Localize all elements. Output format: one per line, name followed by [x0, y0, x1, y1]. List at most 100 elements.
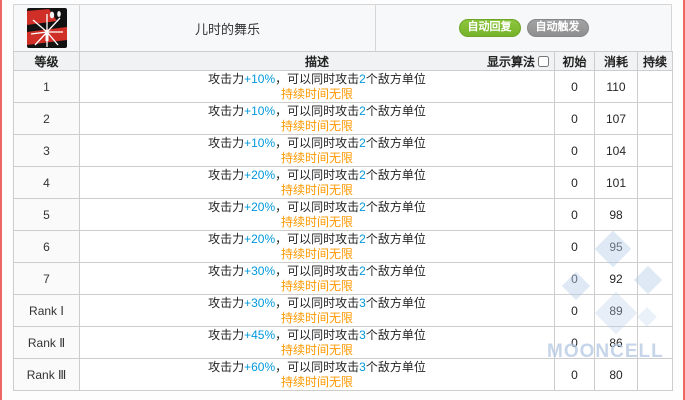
atk-buff-value: +10% [244, 104, 276, 118]
sp-cost-cell: 107 [594, 102, 638, 135]
skill-table-body: 1 攻击力+10%，可以同时攻击2个敌方单位 持续时间无限 0 110 2 攻击… [13, 70, 673, 391]
sp-cost-cell: 80 [594, 358, 638, 391]
initial-sp-cell: 0 [554, 230, 595, 263]
level-cell: 5 [13, 198, 80, 231]
description-line1: 攻击力+30%，可以同时攻击3个敌方单位 [80, 295, 554, 311]
description-cell: 攻击力+20%，可以同时攻击2个敌方单位 持续时间无限 [79, 166, 555, 199]
description-header-label: 描述 [304, 54, 329, 69]
target-count-value: 2 [359, 168, 366, 182]
initial-sp-cell: 0 [554, 134, 595, 167]
target-count-value: 2 [359, 136, 366, 150]
duration-cell [637, 230, 673, 263]
desc-prefix: 攻击力 [208, 200, 245, 214]
desc-mid: ，可以同时攻击 [275, 264, 360, 278]
desc-suffix: 个敌方单位 [365, 72, 426, 86]
sp-cost-cell: 101 [594, 166, 638, 199]
initial-sp-cell: 0 [554, 262, 595, 295]
desc-suffix: 个敌方单位 [365, 232, 426, 246]
description-line1: 攻击力+10%，可以同时攻击2个敌方单位 [80, 103, 554, 119]
initial-sp-cell: 0 [554, 358, 595, 391]
infinite-duration-text: 持续时间无限 [280, 375, 353, 389]
atk-buff-value: +20% [244, 200, 276, 214]
sp-cost-cell: 95 [594, 230, 638, 263]
table-row: 2 攻击力+10%，可以同时攻击2个敌方单位 持续时间无限 0 107 [13, 102, 673, 135]
infinite-duration-text: 持续时间无限 [280, 343, 353, 357]
initial-sp-cell: 0 [554, 70, 595, 103]
description-line1: 攻击力+30%，可以同时攻击2个敌方单位 [80, 263, 554, 279]
description-cell: 攻击力+60%，可以同时攻击3个敌方单位 持续时间无限 [79, 358, 555, 391]
initial-sp-cell: 0 [554, 102, 595, 135]
column-header-initial: 初始 [554, 51, 595, 71]
desc-mid: ，可以同时攻击 [275, 168, 360, 182]
desc-suffix: 个敌方单位 [365, 296, 426, 310]
infinite-duration-text: 持续时间无限 [280, 151, 353, 165]
atk-buff-value: +60% [244, 360, 276, 374]
table-row: 7 攻击力+30%，可以同时攻击2个敌方单位 持续时间无限 0 92 [13, 262, 673, 295]
target-count-value: 2 [359, 264, 366, 278]
table-row: 6 攻击力+20%，可以同时攻击2个敌方单位 持续时间无限 0 95 [13, 230, 673, 263]
desc-prefix: 攻击力 [208, 232, 245, 246]
atk-buff-value: +30% [244, 296, 276, 310]
skill-panel: 儿时的舞乐 自动回复 自动触发 等级 描述 显示算法 初始 消耗 持续 1 攻击… [13, 4, 673, 391]
sp-cost-cell: 110 [594, 70, 638, 103]
infinite-duration-text: 持续时间无限 [280, 183, 353, 197]
duration-cell [637, 134, 673, 167]
level-cell: 2 [13, 102, 80, 135]
table-row: 3 攻击力+10%，可以同时攻击2个敌方单位 持续时间无限 0 104 [13, 134, 673, 167]
show-formula-checkbox[interactable] [538, 55, 549, 67]
desc-prefix: 攻击力 [208, 72, 245, 86]
desc-mid: ，可以同时攻击 [275, 72, 360, 86]
initial-sp-cell: 0 [554, 166, 595, 199]
desc-suffix: 个敌方单位 [365, 104, 426, 118]
atk-buff-value: +10% [244, 72, 276, 86]
column-header-description: 描述 显示算法 [79, 51, 555, 71]
atk-buff-value: +45% [244, 328, 276, 342]
skill-level-table: 等级 描述 显示算法 初始 消耗 持续 1 攻击力+10%，可以同时攻击2个敌方… [13, 51, 673, 391]
initial-sp-cell: 0 [554, 294, 595, 327]
description-cell: 攻击力+20%，可以同时攻击2个敌方单位 持续时间无限 [79, 230, 555, 263]
skill-name: 儿时的舞乐 [80, 5, 376, 51]
desc-mid: ，可以同时攻击 [275, 104, 360, 118]
column-header-cost: 消耗 [594, 51, 638, 71]
target-count-value: 3 [359, 328, 366, 342]
infinite-duration-text: 持续时间无限 [280, 119, 353, 133]
sp-cost-cell: 86 [594, 326, 638, 359]
level-cell: 6 [13, 230, 80, 263]
duration-cell [637, 358, 673, 391]
description-cell: 攻击力+10%，可以同时攻击2个敌方单位 持续时间无限 [79, 102, 555, 135]
badge-auto-recovery: 自动回复 [458, 19, 521, 37]
description-line1: 攻击力+20%，可以同时攻击2个敌方单位 [80, 231, 554, 247]
column-header-duration: 持续 [637, 51, 673, 71]
level-cell: 4 [13, 166, 80, 199]
target-count-value: 2 [359, 200, 366, 214]
table-row: 1 攻击力+10%，可以同时攻击2个敌方单位 持续时间无限 0 110 [13, 70, 673, 103]
duration-cell [637, 198, 673, 231]
table-header: 等级 描述 显示算法 初始 消耗 持续 [13, 51, 673, 71]
table-row: Rank Ⅰ 攻击力+30%，可以同时攻击3个敌方单位 持续时间无限 0 89 [13, 294, 673, 327]
level-cell: 1 [13, 70, 80, 103]
description-line1: 攻击力+20%，可以同时攻击2个敌方单位 [80, 199, 554, 215]
desc-suffix: 个敌方单位 [365, 360, 426, 374]
atk-buff-value: +30% [244, 264, 276, 278]
desc-prefix: 攻击力 [208, 264, 245, 278]
desc-prefix: 攻击力 [208, 136, 245, 150]
desc-mid: ，可以同时攻击 [275, 200, 360, 214]
description-line1: 攻击力+45%，可以同时攻击3个敌方单位 [80, 327, 554, 343]
target-count-value: 3 [359, 296, 366, 310]
duration-cell [637, 102, 673, 135]
description-line1: 攻击力+60%，可以同时攻击3个敌方单位 [80, 359, 554, 375]
description-cell: 攻击力+20%，可以同时攻击2个敌方单位 持续时间无限 [79, 198, 555, 231]
target-count-value: 2 [359, 104, 366, 118]
dancer-starburst-icon[interactable] [26, 8, 67, 48]
duration-cell [637, 294, 673, 327]
target-count-value: 3 [359, 360, 366, 374]
infinite-duration-text: 持续时间无限 [280, 215, 353, 229]
desc-mid: ，可以同时攻击 [275, 328, 360, 342]
duration-cell [637, 70, 673, 103]
show-formula-label: 显示算法 [486, 54, 535, 69]
initial-sp-cell: 0 [554, 326, 595, 359]
desc-suffix: 个敌方单位 [365, 264, 426, 278]
desc-prefix: 攻击力 [208, 296, 245, 310]
desc-suffix: 个敌方单位 [365, 200, 426, 214]
duration-cell [637, 262, 673, 295]
